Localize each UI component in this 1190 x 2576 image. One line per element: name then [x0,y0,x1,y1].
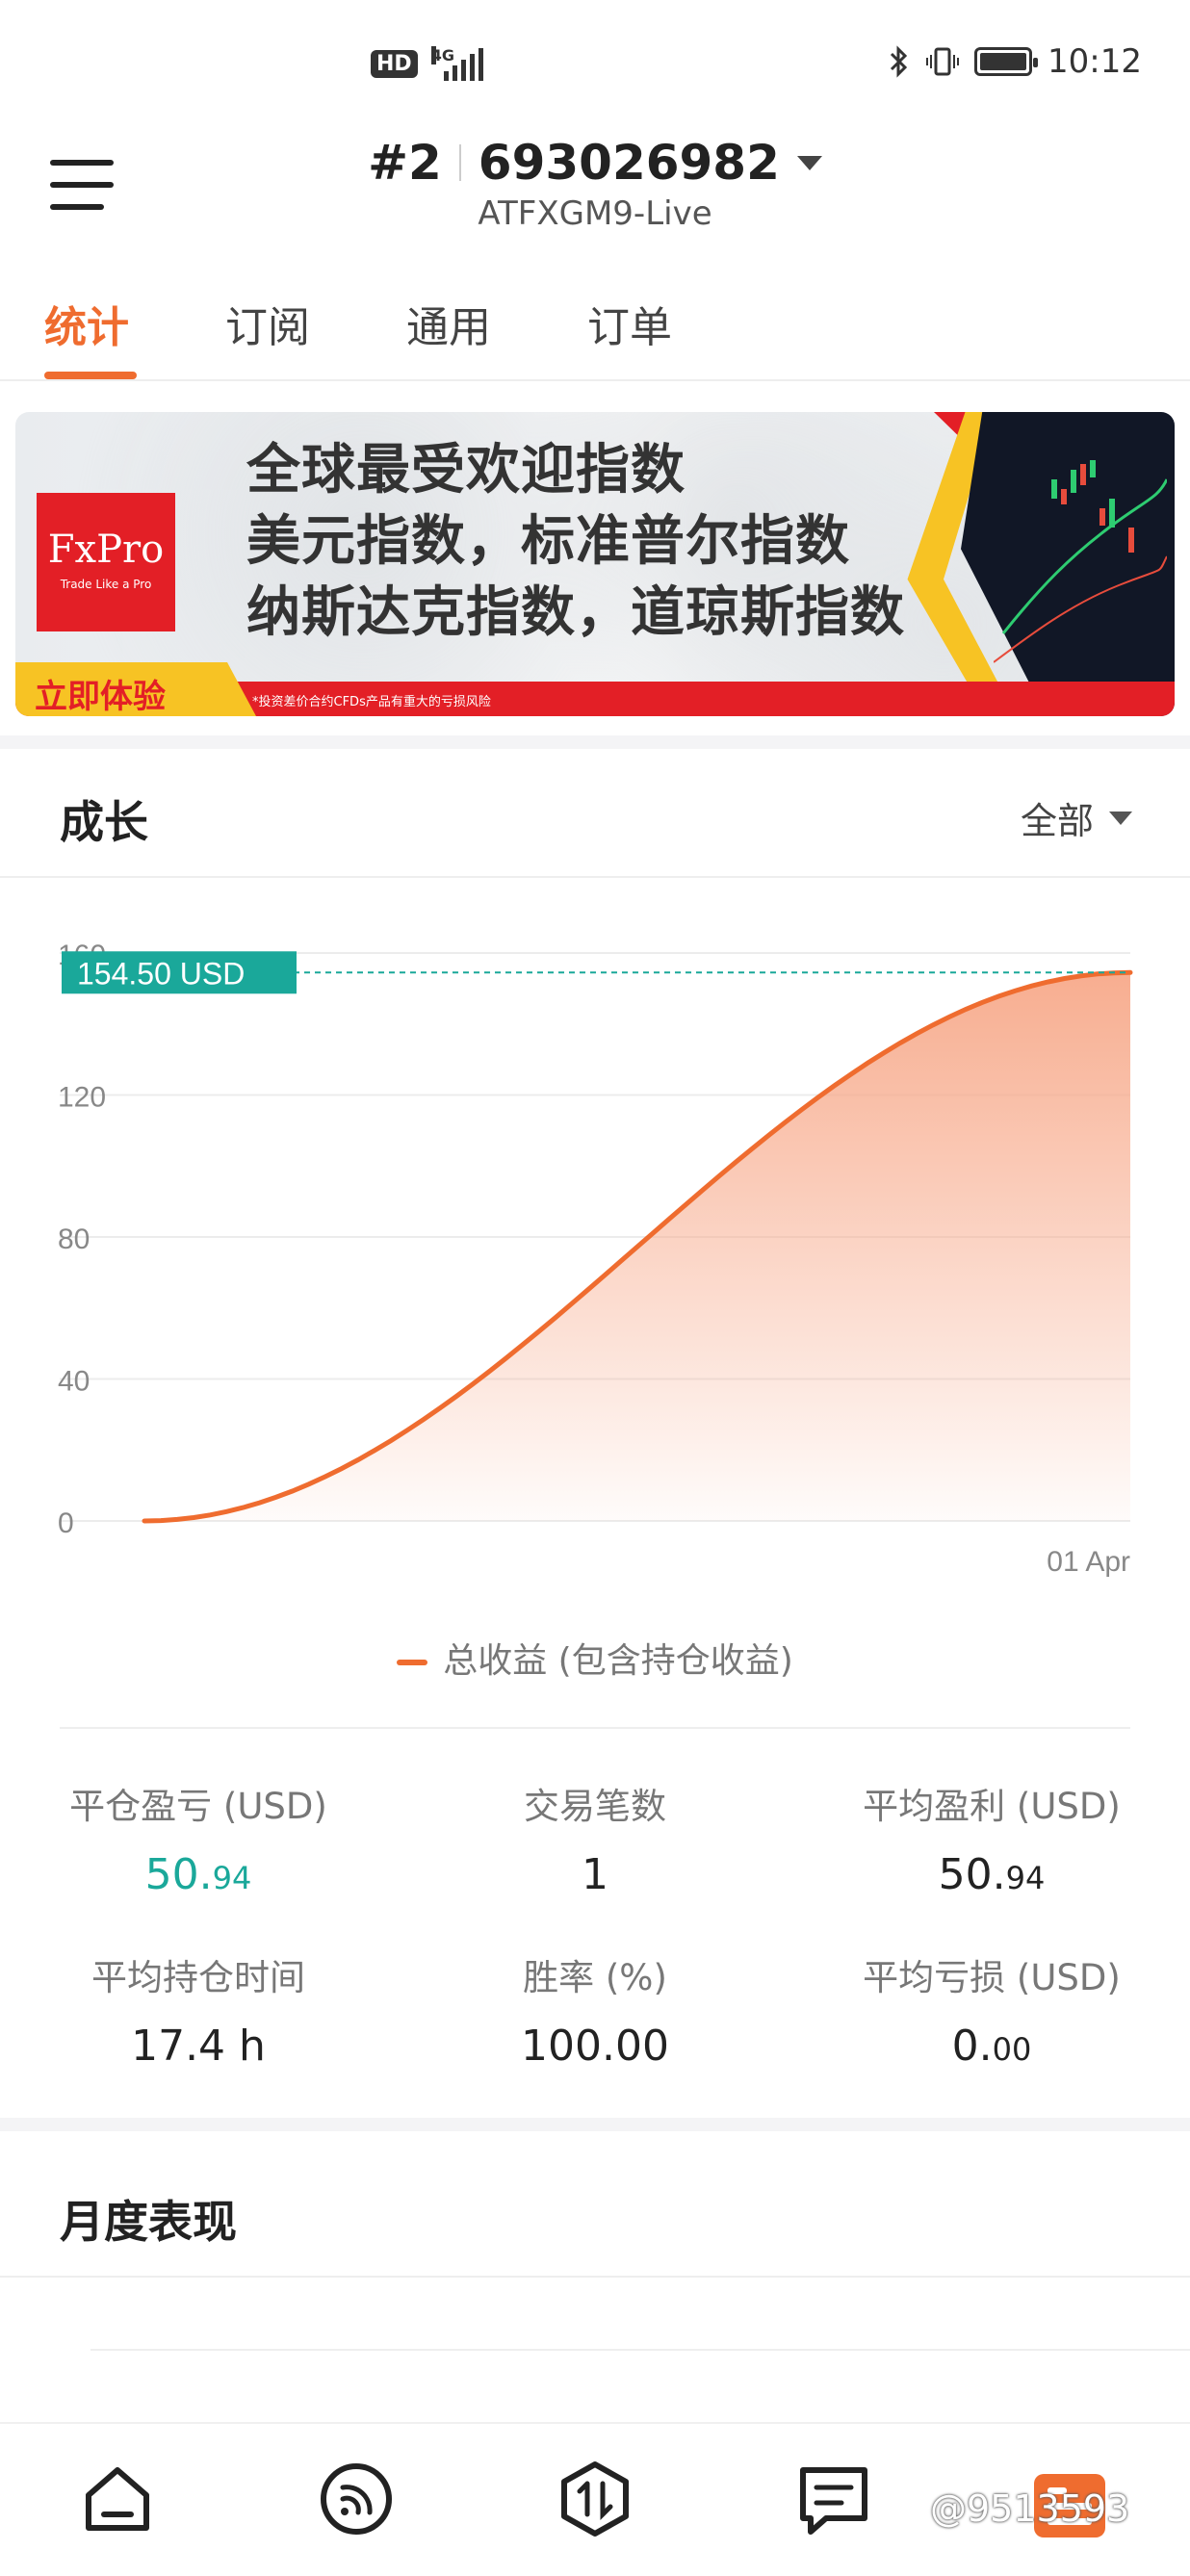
section-title: 成长 [60,796,148,848]
system-status: 10:12 [888,42,1142,81]
stat-closed-pl: 平仓盈亏 (USD) 50.94 [69,1786,327,1899]
battery-icon [974,47,1039,76]
tab-indicator [44,372,137,379]
divider [458,144,461,181]
legend-swatch [397,1660,428,1665]
current-value-label: 154.50 USD [77,956,245,991]
candlestick-icon [994,460,1167,663]
bottom-nav: @9513593 [0,2422,1190,2576]
section-title-monthly: 月度表现 [60,2196,237,2248]
stat-avg-hold-time: 平均持仓时间 17.4 h [91,1957,305,2071]
y-tick-label: 0 [58,1507,74,1539]
clock: 10:12 [1048,42,1142,81]
stat-trades: 交易笔数 1 [524,1786,666,1899]
app-header: #2 693026982 ATFXGM9-Live [0,125,1190,241]
watermark: @9513593 [930,2487,1130,2530]
try-now-button[interactable]: 立即体验 [15,662,256,716]
tab-general[interactable]: 通用 [406,293,491,354]
signal-icon[interactable] [316,2459,397,2539]
y-tick-label: 120 [58,1082,106,1114]
network-status: HD 4G [371,46,483,81]
banner-disclaimer: *投资差价合约CFDs产品有重大的亏损风险 [252,695,491,709]
account-number: 693026982 [478,135,780,191]
banner-headline: 全球最受欢迎指数 美元指数，标准普尔指数 纳斯达克指数，道琼斯指数 [246,439,905,644]
chat-icon[interactable] [793,2459,874,2539]
growth-header: 成长 全部 [0,749,1190,878]
stat-win-rate: 胜率 (%) 100.00 [521,1957,669,2071]
tab-stats[interactable]: 统计 [44,293,129,354]
y-tick-label: 40 [58,1366,90,1398]
growth-chart: 04080120160154.50 USD01 Apr [58,940,1133,1578]
period-filter[interactable]: 全部 [1021,791,1132,844]
hd-icon: HD [371,49,418,78]
promo-banner[interactable]: FxPro Trade Like a Pro 全球最受欢迎指数 美元指数，标准普… [15,412,1175,716]
trade-icon[interactable] [555,2459,635,2539]
x-tick-label: 01 Apr [1047,1546,1130,1578]
account-server: ATFXGM9-Live [478,194,712,233]
bluetooth-icon [890,45,908,78]
y-tick-label: 80 [58,1224,90,1255]
home-icon[interactable] [77,2459,158,2539]
tab-bar: 统计 订阅 通用 订单 [0,279,1190,381]
account-selector[interactable]: #2 693026982 ATFXGM9-Live [0,135,1190,233]
vibrate-icon [926,47,960,76]
signal-icon: 4G [430,46,483,81]
stat-avg-profit: 平均盈利 (USD) 50.94 [863,1786,1121,1899]
chevron-down-icon [796,155,822,170]
tab-subscribe[interactable]: 订阅 [225,293,310,354]
tab-orders[interactable]: 订单 [587,293,672,354]
chevron-down-icon [1109,811,1132,825]
chart-legend[interactable]: 总收益 (包含持仓收益) [0,1633,1190,1683]
fxpro-logo: FxPro Trade Like a Pro [37,493,175,631]
stat-avg-loss: 平均亏损 (USD) 0.00 [863,1957,1121,2071]
account-index: #2 [368,135,442,191]
status-bar: HD 4G 10:12 [0,0,1190,125]
